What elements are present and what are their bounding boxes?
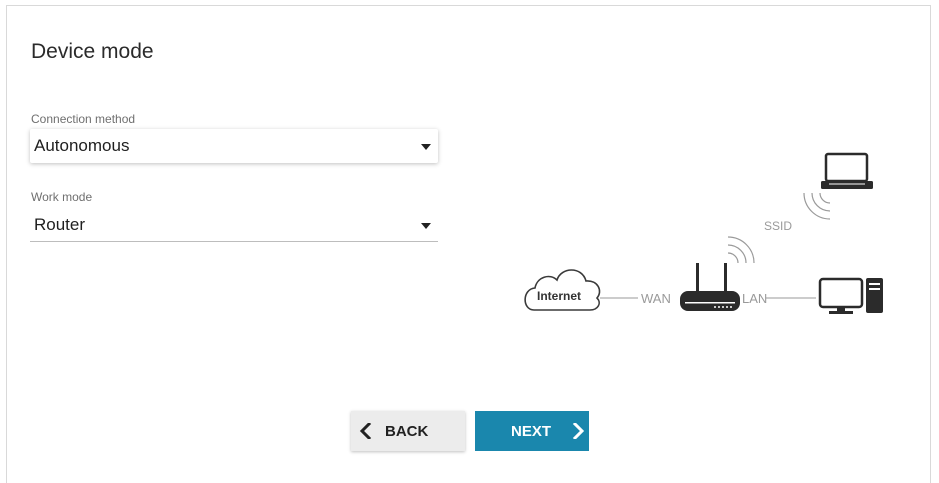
next-button[interactable]: NEXT [475,411,589,451]
wan-label: WAN [641,291,671,306]
network-diagram: Internet WAN LAN SSID [520,145,890,330]
router-wifi-icon [727,236,755,264]
ssid-label: SSID [764,219,793,233]
connection-method-label: Connection method [31,112,136,126]
router-icon [680,263,740,311]
chevron-left-icon [359,423,372,439]
page-title: Device mode [31,40,154,63]
laptop-icon [821,152,873,189]
internet-label: Internet [537,289,582,303]
lan-label: LAN [742,291,768,306]
back-button-label: BACK [385,422,429,440]
dropdown-caret-icon [421,222,431,229]
laptop-wifi-icon [803,192,831,220]
work-mode-label: Work mode [31,190,93,204]
back-button[interactable]: BACK [351,411,465,451]
dropdown-caret-icon [421,144,431,150]
work-mode-value: Router [34,214,86,234]
connection-method-value: Autonomous [34,136,130,155]
work-mode-select[interactable]: Router [30,208,438,242]
desktop-pc-icon [818,277,883,314]
chevron-right-icon [572,423,585,439]
next-button-label: NEXT [511,422,552,440]
connection-method-select[interactable]: Autonomous [30,129,438,163]
